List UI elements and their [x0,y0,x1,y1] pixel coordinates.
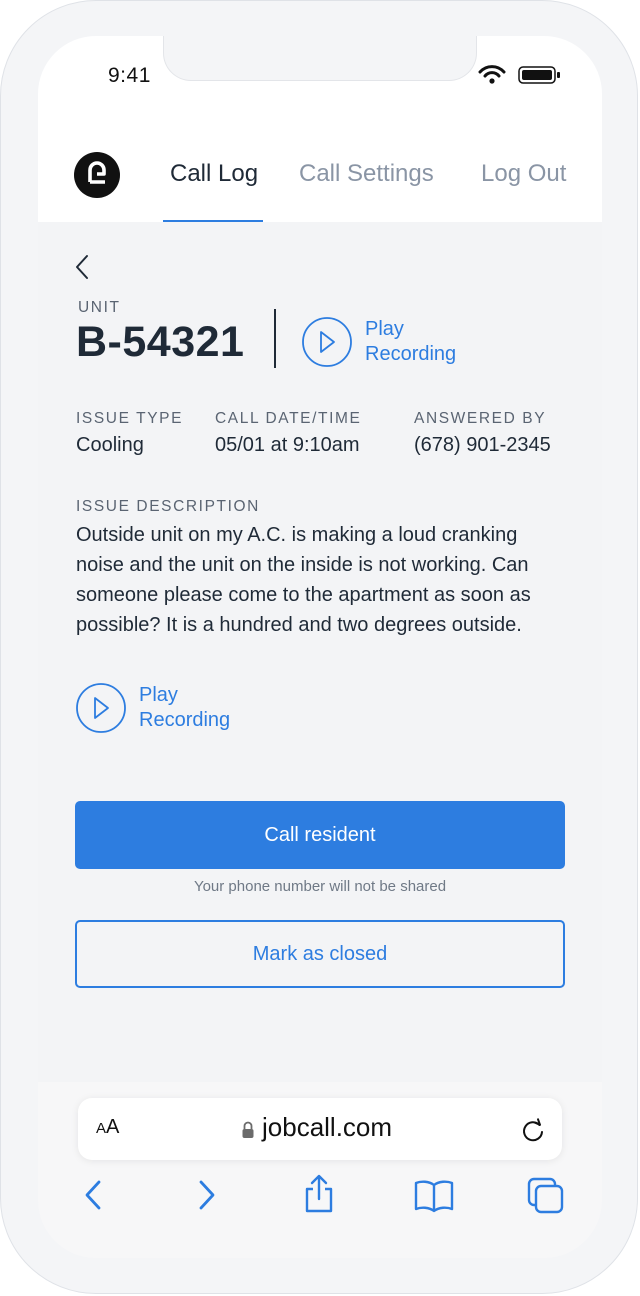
book-icon [414,1180,454,1213]
call-datetime-value: 05/01 at 9:10am [215,434,360,456]
issue-type-label: ISSUE TYPE [76,410,184,427]
play-recording-button-2[interactable] [75,682,127,739]
play-recording-label-2[interactable]: Play Recording [139,683,230,733]
chevron-left-icon [76,255,88,279]
lock-icon [241,1120,255,1140]
device-notch [163,36,477,81]
call-datetime-label: CALL DATE/TIME [215,410,362,427]
back-button[interactable] [72,254,94,280]
issue-description-label: ISSUE DESCRIPTION [76,498,260,515]
divider [274,309,276,368]
text-size-large-a: A [106,1116,120,1138]
issue-type-value: Cooling [76,434,144,456]
chevron-left-icon [85,1180,101,1210]
tabs-icon [527,1177,564,1214]
active-tab-indicator [163,220,263,222]
play-recording-line2: Recording [365,343,457,365]
url-text: jobcall.com [262,1112,393,1142]
play-recording-button[interactable] [301,316,353,373]
play-icon [76,683,126,733]
privacy-note: Your phone number will not be shared [193,878,447,895]
reload-icon[interactable] [519,1116,547,1144]
play-recording-line1: Play [365,318,404,340]
status-time: 9:41 [108,64,151,87]
play-recording-line2: Recording [139,709,231,731]
issue-description: Outside unit on my A.C. is making a loud… [76,524,531,636]
text-size-small-a: A [96,1120,107,1137]
call-resident-button[interactable]: Call resident [75,801,565,869]
answered-by-value: (678) 901-2345 [414,434,551,456]
app-logo[interactable] [74,152,120,198]
unit-label: UNIT [78,299,121,316]
tabs-button[interactable] [527,1177,565,1220]
tab-call-settings[interactable]: Call Settings [299,160,434,188]
wifi-icon [478,65,506,84]
browser-forward-button[interactable] [194,1179,218,1216]
unit-id: B-54321 [76,318,245,366]
status-icons [478,65,562,85]
screen: 9:41 Call Log Call Settings Log Out UNIT… [38,36,602,1258]
tab-call-log[interactable]: Call Log [170,160,258,188]
chevron-right-icon [199,1180,215,1210]
share-icon [305,1174,333,1213]
bookmarks-button[interactable] [413,1179,455,1218]
browser-back-button[interactable] [82,1179,106,1216]
share-button[interactable] [303,1174,335,1219]
mark-closed-button[interactable]: Mark as closed [75,920,565,988]
play-recording-line1: Play [139,684,178,706]
answered-by-label: ANSWERED BY [414,410,547,427]
tab-log-out[interactable]: Log Out [481,160,566,188]
play-icon [302,317,352,367]
play-recording-label[interactable]: Play Recording [365,317,456,367]
text-size-button[interactable]: AA [96,1116,119,1139]
address-bar[interactable]: AA jobcall.com [78,1098,562,1160]
battery-icon [518,66,560,84]
